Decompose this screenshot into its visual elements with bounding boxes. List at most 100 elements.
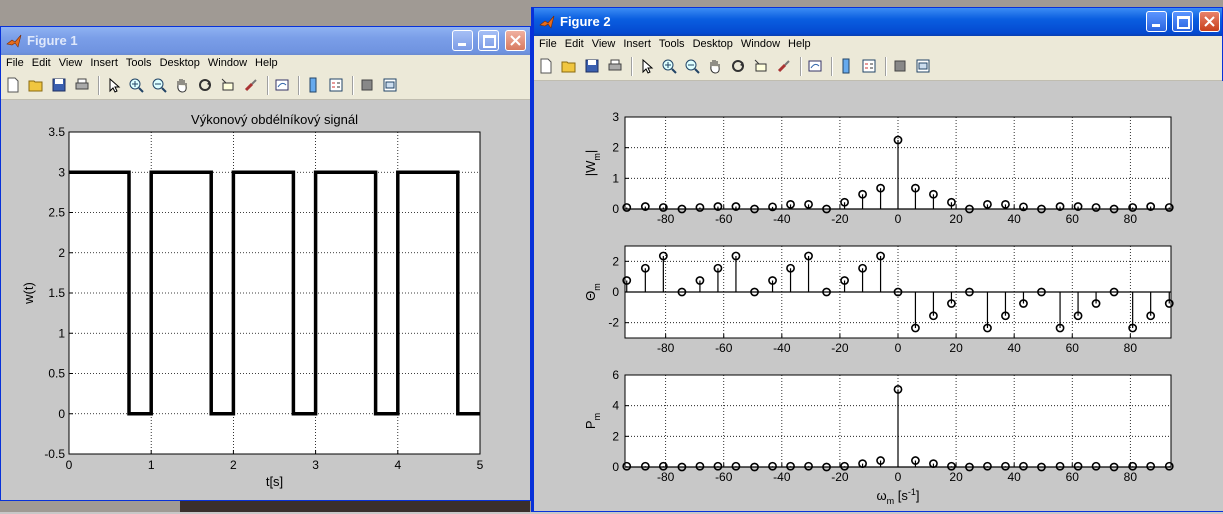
menu-edit[interactable]: Edit xyxy=(27,55,54,69)
y-tick-label: 1.5 xyxy=(48,286,65,300)
menu-insert[interactable]: Insert xyxy=(85,55,121,69)
toolbar-separator xyxy=(800,57,802,76)
minimize-button[interactable] xyxy=(451,30,473,51)
new-file-icon[interactable] xyxy=(538,58,554,74)
maximize-button[interactable] xyxy=(1172,11,1194,32)
legend-icon[interactable] xyxy=(328,77,344,93)
y-tick-label: 0 xyxy=(612,202,619,216)
close-button[interactable] xyxy=(1199,11,1220,32)
stem-subplot-2: -80 -60 -40 -20 0 20 40 60 80-202Θm xyxy=(583,245,1174,355)
y-tick-label: 2 xyxy=(58,246,65,260)
x-tick-label: 80 xyxy=(1124,212,1138,226)
brush-icon[interactable] xyxy=(776,58,792,74)
zoom-in-icon[interactable] xyxy=(128,77,144,93)
open-icon[interactable] xyxy=(28,77,44,93)
show-plot-tools-icon[interactable] xyxy=(382,77,398,93)
menu-tools[interactable]: Tools xyxy=(654,36,688,50)
y-axis-label: |Wm| xyxy=(583,150,602,177)
x-axis-label-end: ] xyxy=(916,488,920,503)
y-axis-label-sub: m xyxy=(592,153,602,161)
pan-hand-icon[interactable] xyxy=(174,77,190,93)
print-icon[interactable] xyxy=(607,58,623,74)
toolbar-separator xyxy=(885,57,887,76)
pointer-icon[interactable] xyxy=(638,58,654,74)
close-button[interactable] xyxy=(505,30,526,51)
x-axis-label: t[s] xyxy=(266,474,283,489)
x-tick-label: 2 xyxy=(230,458,237,472)
x-tick-label: 5 xyxy=(477,458,484,472)
menu-edit[interactable]: Edit xyxy=(560,36,587,50)
legend-icon[interactable] xyxy=(861,58,877,74)
figure1-plot: 0 1 2 3 4 5-0.500.511.522.533.5Výkonový obdél… xyxy=(21,112,484,489)
matlab-logo-icon xyxy=(539,15,555,29)
print-icon[interactable] xyxy=(74,77,90,93)
menu-tools[interactable]: Tools xyxy=(121,55,155,69)
x-tick-label: 20 xyxy=(949,470,963,484)
data-cursor-icon[interactable] xyxy=(220,77,236,93)
pan-hand-icon[interactable] xyxy=(707,58,723,74)
save-icon[interactable] xyxy=(51,77,67,93)
minimize-icon xyxy=(1151,24,1160,27)
maximize-icon xyxy=(1177,16,1191,29)
save-icon[interactable] xyxy=(584,58,600,74)
colorbar-icon[interactable] xyxy=(305,77,321,93)
figure1-window[interactable]: Figure 1 File Edit View Insert Tools Desktop W… xyxy=(0,26,531,501)
menu-desktop[interactable]: Desktop xyxy=(688,36,736,50)
y-axis-label-main: |W xyxy=(583,160,598,176)
menu-view[interactable]: View xyxy=(54,55,86,69)
brush-icon[interactable] xyxy=(243,77,259,93)
menu-desktop[interactable]: Desktop xyxy=(155,55,203,69)
open-icon[interactable] xyxy=(561,58,577,74)
figure1-title: Figure 1 xyxy=(27,33,78,48)
link-plot-icon[interactable] xyxy=(274,77,290,93)
x-tick-label: 80 xyxy=(1124,341,1138,355)
figure2-menubar: File Edit View Insert Tools Desktop Window Help xyxy=(534,36,1222,54)
maximize-button[interactable] xyxy=(478,30,500,51)
colorbar-icon[interactable] xyxy=(838,58,854,74)
toolbar-separator xyxy=(352,76,354,95)
x-tick-label: -80 xyxy=(657,470,675,484)
y-axis-label: w(t) xyxy=(21,282,36,305)
figure2-title: Figure 2 xyxy=(560,14,611,29)
menu-help[interactable]: Help xyxy=(250,55,281,69)
rotate-3d-icon[interactable] xyxy=(730,58,746,74)
chart-title: Výkonový obdélníkový signál xyxy=(191,112,358,127)
menu-file[interactable]: File xyxy=(1,55,27,69)
menu-file[interactable]: File xyxy=(534,36,560,50)
x-tick-label: -20 xyxy=(831,212,849,226)
x-tick-label: 20 xyxy=(949,341,963,355)
figure1-titlebar[interactable]: Figure 1 xyxy=(1,27,530,55)
figure2-window[interactable]: Figure 2 File Edit View Insert Tools Desktop W… xyxy=(531,7,1223,512)
x-tick-label: 40 xyxy=(1007,212,1021,226)
data-cursor-icon[interactable] xyxy=(753,58,769,74)
pointer-icon[interactable] xyxy=(105,77,121,93)
show-plot-tools-icon[interactable] xyxy=(915,58,931,74)
stem-subplot-1: -80 -60 -40 -20 0 20 40 60 80 0 1 2 3 |Wm| xyxy=(583,110,1174,226)
y-axis-label-suffix: | xyxy=(583,150,598,153)
new-file-icon[interactable] xyxy=(5,77,21,93)
figure1-menubar: File Edit View Insert Tools Desktop Window Help xyxy=(1,55,530,73)
x-tick-label: 20 xyxy=(949,212,963,226)
menu-window[interactable]: Window xyxy=(203,55,250,69)
menu-help[interactable]: Help xyxy=(783,36,814,50)
menu-view[interactable]: View xyxy=(587,36,619,50)
zoom-out-icon[interactable] xyxy=(684,58,700,74)
hide-plot-tools-icon[interactable] xyxy=(359,77,375,93)
zoom-in-icon[interactable] xyxy=(661,58,677,74)
rotate-3d-icon[interactable] xyxy=(197,77,213,93)
y-tick-label: -0.5 xyxy=(44,447,65,461)
figure2-titlebar[interactable]: Figure 2 xyxy=(534,8,1222,36)
menu-window[interactable]: Window xyxy=(736,36,783,50)
x-tick-label: 60 xyxy=(1066,341,1080,355)
x-tick-label: 0 xyxy=(66,458,73,472)
y-tick-label: 3 xyxy=(612,110,619,124)
y-tick-label: 0.5 xyxy=(48,367,65,381)
minimize-button[interactable] xyxy=(1145,11,1167,32)
x-tick-label: -40 xyxy=(773,341,791,355)
zoom-out-icon[interactable] xyxy=(151,77,167,93)
hide-plot-tools-icon[interactable] xyxy=(892,58,908,74)
menu-insert[interactable]: Insert xyxy=(618,36,654,50)
y-tick-label: 6 xyxy=(612,368,619,382)
x-tick-label: -60 xyxy=(715,341,733,355)
link-plot-icon[interactable] xyxy=(807,58,823,74)
